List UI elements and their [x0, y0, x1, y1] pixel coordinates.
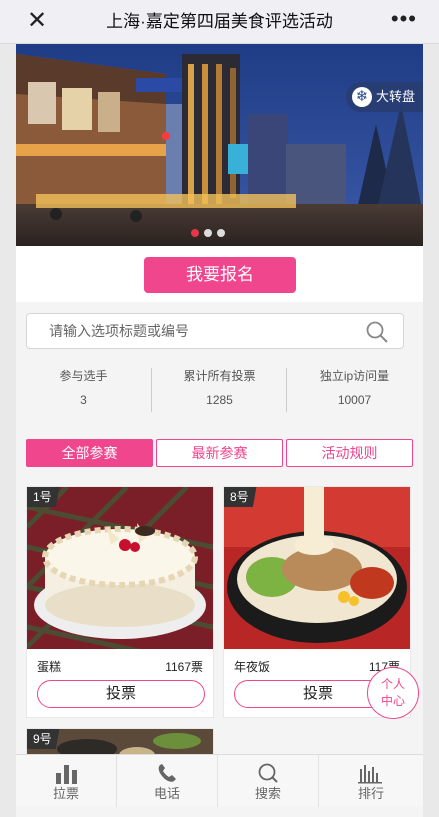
stats-panel: 参与选手 3 累计所有投票 1285 独立ip访问量 10007 [16, 364, 423, 420]
personal-center-line2: 中心 [380, 694, 405, 708]
personal-center-button[interactable]: 个人 中心 [367, 667, 419, 719]
stat-label: 参与选手 [59, 369, 108, 383]
entry-photo-new-year-dinner[interactable] [224, 487, 410, 649]
entry-vote-count: 1167票 [165, 660, 203, 674]
ranking-icon [358, 765, 382, 784]
entry-number: 1号 [27, 487, 64, 507]
stat-label: 独立ip访问量 [319, 369, 390, 383]
entry-name: 年夜饭 [234, 660, 271, 674]
entry-tabs: 全部参赛 最新参赛 活动规则 [26, 439, 414, 467]
tab-rules[interactable]: 活动规则 [286, 439, 413, 467]
stat-label: 累计所有投票 [183, 369, 256, 383]
entry-photo-cake[interactable] [27, 487, 213, 649]
vote-button[interactable]: 投票 [37, 680, 205, 708]
nav-label: 电话 [153, 786, 180, 801]
nav-label: 拉票 [52, 786, 79, 801]
stat-participants: 参与选手 3 [16, 364, 151, 412]
snowflake-icon: ❄ [351, 86, 372, 107]
nav-label: 排行 [357, 786, 384, 801]
title-bar: ✕ 上海·嘉定第四届美食评选活动 ••• [0, 0, 439, 44]
wheel-button[interactable]: ❄ 大转盘 [345, 82, 423, 112]
stat-total-votes: 累计所有投票 1285 [152, 364, 287, 412]
entry-number: 9号 [27, 729, 64, 749]
signup-section: 我要报名 [16, 246, 423, 302]
carousel-dots [191, 224, 230, 237]
stat-unique-ip: 独立ip访问量 10007 [287, 364, 422, 412]
wheel-label: 大转盘 [375, 89, 415, 104]
phone-icon [158, 764, 176, 782]
more-icon[interactable]: ••• [391, 8, 417, 30]
tab-latest-entries[interactable]: 最新参赛 [156, 439, 283, 467]
nav-item-search[interactable]: 搜索 [218, 755, 319, 807]
search-input[interactable]: 请输入选项标题或编号 [26, 313, 404, 349]
nav-label: 搜索 [254, 786, 281, 801]
search-icon[interactable] [365, 320, 389, 344]
nav-item-canvass[interactable]: 拉票 [16, 755, 117, 807]
page-content: ❄ 大转盘 我要报名 请输入选项标题或编号 参与选手 3 累计所有投票 1285 … [16, 44, 423, 817]
entry-number: 8号 [224, 487, 261, 507]
tab-all-entries[interactable]: 全部参赛 [26, 439, 153, 467]
entry-card[interactable]: 1号 蛋糕 1167票 投票 [26, 486, 214, 718]
stat-value: 10007 [337, 393, 372, 407]
banner-carousel[interactable]: ❄ 大转盘 [16, 44, 423, 246]
bar-chart-icon [56, 765, 77, 784]
search-icon [258, 763, 278, 783]
bottom-nav: 拉票 电话 搜索 排行 [16, 754, 423, 807]
stat-value: 1285 [206, 393, 233, 407]
nav-item-ranking[interactable]: 排行 [319, 755, 423, 807]
stat-value: 3 [80, 393, 87, 407]
signup-button[interactable]: 我要报名 [144, 257, 296, 293]
carousel-dot[interactable] [217, 229, 225, 237]
carousel-dot[interactable] [204, 229, 212, 237]
carousel-dot[interactable] [191, 229, 199, 237]
close-icon[interactable]: ✕ [26, 9, 48, 33]
nav-item-phone[interactable]: 电话 [117, 755, 218, 807]
search-placeholder: 请输入选项标题或编号 [49, 323, 189, 339]
banner-image [16, 44, 423, 246]
entry-name: 蛋糕 [37, 660, 62, 674]
page-title: 上海·嘉定第四届美食评选活动 [106, 12, 333, 31]
personal-center-line1: 个人 [380, 677, 405, 691]
